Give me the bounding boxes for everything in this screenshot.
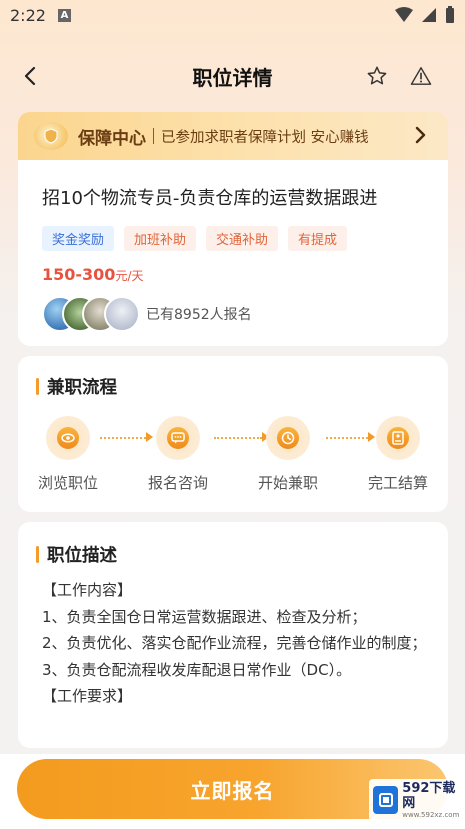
watermark: 592下载网 www.592xz.com <box>369 779 462 821</box>
description-body: 【工作内容】 1、负责全国仓日常运营数据跟进、检查及分析； 2、负责优化、落实仓… <box>36 577 436 710</box>
desc-line: 【工作内容】 <box>42 581 133 599</box>
apply-now-label: 立即报名 <box>190 778 275 803</box>
clock-icon <box>266 416 310 460</box>
signal-icon <box>422 8 436 22</box>
battery-icon <box>446 6 454 23</box>
guarantee-banner[interactable]: 保障中心 已参加求职者保障计划 安心赚钱 <box>18 112 448 160</box>
page-title: 职位详情 <box>192 65 273 90</box>
description-title: 职位描述 <box>47 546 117 566</box>
notification-badge: A <box>57 8 71 22</box>
watermark-logo-icon <box>373 786 399 814</box>
step-connector <box>100 437 146 439</box>
desc-line: 【工作要求】 <box>42 687 133 705</box>
benefit-tags: 奖金奖励 加班补助 交通补助 有提成 <box>42 226 428 251</box>
process-steps: 浏览职位 报名咨询 开始兼职 完工结算 <box>18 416 448 506</box>
step-connector <box>326 437 368 439</box>
salary-unit: 元/天 <box>115 269 144 283</box>
section-accent-bar <box>36 546 39 563</box>
star-icon[interactable] <box>363 62 391 90</box>
job-title: 招10个物流专员-负责仓库的运营数据跟进 <box>42 188 378 209</box>
desc-line: 2、负责优化、落实仓配作业流程，完善仓储作业的制度； <box>42 634 427 652</box>
arrow-right-icon <box>368 432 375 442</box>
desc-line: 3、负责仓配流程收发库配退日常作业（DC）。 <box>42 660 352 679</box>
step-label-browse: 浏览职位 <box>37 474 98 492</box>
section-accent-bar <box>36 378 39 395</box>
description-card: 职位描述 【工作内容】 1、负责全国仓日常运营数据跟进、检查及分析； 2、负责优… <box>18 522 448 748</box>
shield-icon <box>34 122 68 150</box>
salary-amount: 150-300 <box>42 265 116 284</box>
applicants-row: 已有8952人报名 <box>42 296 428 332</box>
job-summary-card: 招10个物流专员-负责仓库的运营数据跟进 奖金奖励 加班补助 交通补助 有提成 … <box>18 160 448 346</box>
step-label-consult: 报名咨询 <box>147 474 208 492</box>
process-title: 兼职流程 <box>47 378 117 398</box>
tag-bonus: 奖金奖励 <box>42 226 115 251</box>
back-arrow-icon[interactable] <box>16 62 44 90</box>
settlement-icon <box>376 416 420 460</box>
avatar <box>104 296 140 332</box>
avatar-stack <box>42 296 140 332</box>
chat-icon <box>156 416 200 460</box>
wifi-icon <box>395 7 413 22</box>
step-connector <box>214 437 262 439</box>
guarantee-title: 保障中心 <box>78 128 146 149</box>
salary: 150-300元/天 <box>42 265 428 284</box>
desc-line: 1、负责全国仓日常运营数据跟进、检查及分析； <box>42 607 367 626</box>
warning-icon[interactable] <box>407 62 435 90</box>
divider <box>153 128 154 144</box>
applicants-count: 已有8952人报名 <box>146 307 252 323</box>
section-header: 职位描述 <box>36 542 448 567</box>
watermark-main: 592下载网 <box>402 780 456 811</box>
chevron-right-icon <box>415 126 426 144</box>
step-label-start: 开始兼职 <box>257 474 318 492</box>
watermark-sub: www.592xz.com <box>402 810 460 819</box>
process-card: 兼职流程 浏览职位 报名咨询 开始兼职 完工结算 <box>18 356 448 512</box>
step-label-settle: 完工结算 <box>367 474 428 492</box>
tag-transport: 交通补助 <box>206 226 279 251</box>
eye-icon <box>46 416 90 460</box>
status-icons <box>395 6 455 24</box>
watermark-text: 592下载网 www.592xz.com <box>402 781 462 820</box>
guarantee-desc: 已参加求职者保障计划 安心赚钱 <box>161 129 369 146</box>
tag-overtime: 加班补助 <box>124 226 197 251</box>
tag-commission: 有提成 <box>288 226 348 251</box>
status-time: 2:22 <box>10 5 46 25</box>
status-bar: 2:22 A <box>0 0 465 30</box>
section-header: 兼职流程 <box>36 374 448 399</box>
arrow-right-icon <box>146 432 153 442</box>
nav-bar: 职位详情 <box>0 50 465 102</box>
